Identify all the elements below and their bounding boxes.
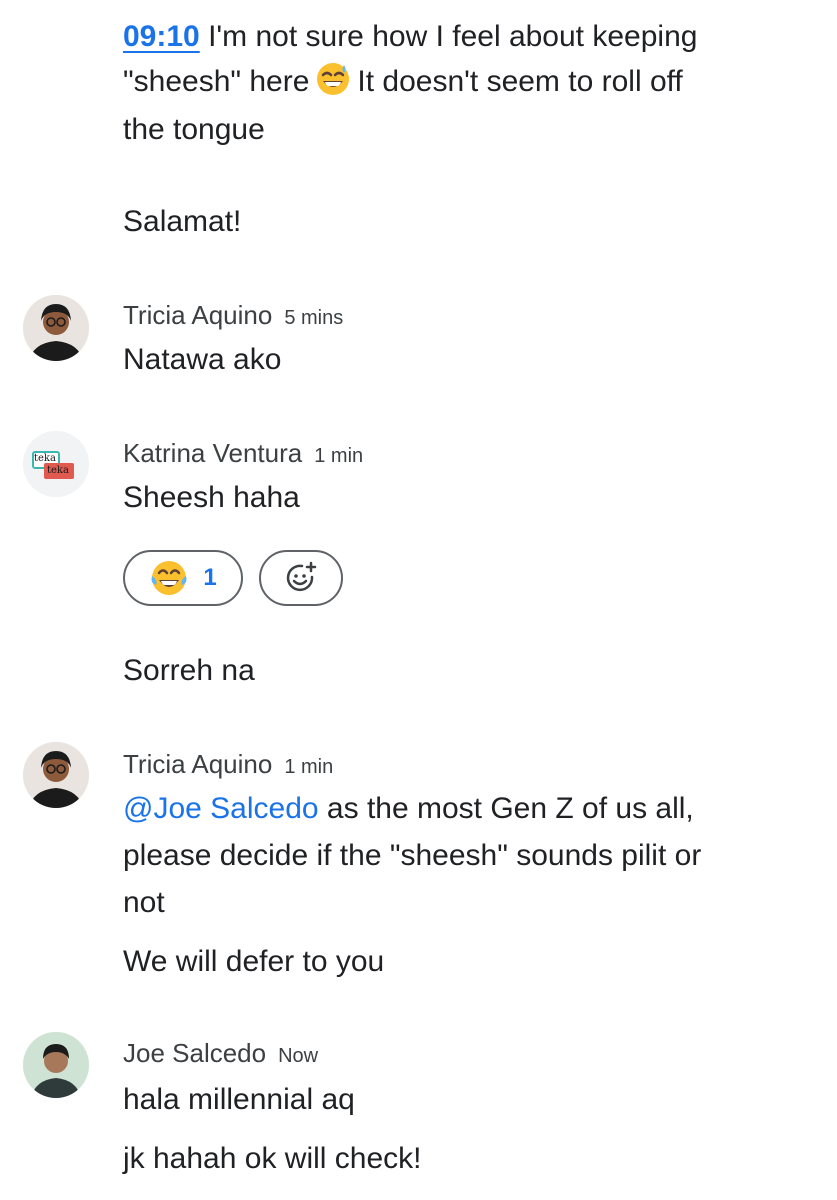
message-text: hala millennial aq xyxy=(123,1083,355,1116)
message-line: "sheesh" here It doesn't seem to roll of… xyxy=(123,59,683,104)
comment-time: Now xyxy=(278,1045,319,1067)
add-reaction-icon xyxy=(284,561,318,595)
message-line: jk hahah ok will check! xyxy=(123,1136,421,1181)
comment-header: Tricia Aquino 1 min xyxy=(123,748,333,783)
message-line: We will defer to you xyxy=(123,939,384,984)
reaction-chip[interactable]: 1 xyxy=(123,550,243,606)
avatar[interactable] xyxy=(23,1032,89,1098)
person-avatar-icon xyxy=(23,295,89,361)
logo-text-bottom: teka xyxy=(47,465,69,476)
message-text: Sorreh na xyxy=(123,654,255,687)
message-line: Natawa ako xyxy=(123,337,281,382)
avatar[interactable] xyxy=(23,742,89,808)
timestamp-link[interactable]: 09:10 xyxy=(123,20,200,53)
comment-header: Joe Salcedo Now xyxy=(123,1037,318,1072)
message-line: not xyxy=(123,880,165,925)
comment-time: 1 min xyxy=(284,756,334,778)
author-name: Katrina Ventura xyxy=(123,438,303,468)
message-text: please decide if the "sheesh" sounds pil… xyxy=(123,839,702,872)
message-text: as the most Gen Z of us all, xyxy=(326,792,694,825)
message-text: I'm not sure how I feel about keeping xyxy=(208,20,698,53)
tears-of-joy-emoji-icon xyxy=(149,558,189,598)
message-line: Salamat! xyxy=(123,199,241,244)
message-line: hala millennial aq xyxy=(123,1077,355,1122)
mention-link[interactable]: @Joe Salcedo xyxy=(123,792,319,825)
message-text: Sheesh haha xyxy=(123,481,300,514)
teka-logo-icon xyxy=(23,431,89,497)
reaction-count: 1 xyxy=(203,564,217,591)
add-reaction-button[interactable] xyxy=(259,550,343,606)
message-line: Sheesh haha xyxy=(123,475,300,520)
person-avatar-icon xyxy=(23,1032,89,1098)
message-text: not xyxy=(123,886,165,919)
comment-header: Katrina Ventura 1 min xyxy=(123,437,363,472)
message-line: the tongue xyxy=(123,107,265,152)
person-avatar-icon xyxy=(23,742,89,808)
message-line: please decide if the "sheesh" sounds pil… xyxy=(123,833,701,878)
message-line: Sorreh na xyxy=(123,648,255,693)
message-text: the tongue xyxy=(123,113,265,146)
message-text: Salamat! xyxy=(123,205,242,238)
sweat-smile-emoji-icon xyxy=(315,61,351,97)
message-text: jk hahah ok will check! xyxy=(123,1142,422,1175)
author-name: Joe Salcedo xyxy=(123,1038,267,1068)
author-name: Tricia Aquino xyxy=(123,749,273,779)
author-name: Tricia Aquino xyxy=(123,300,273,330)
message-text: It doesn't seem to roll off xyxy=(357,65,683,98)
avatar[interactable]: teka teka xyxy=(23,431,89,497)
message-text: "sheesh" here xyxy=(123,65,310,98)
message-line: @Joe Salcedo as the most Gen Z of us all… xyxy=(123,786,694,831)
comment-header: Tricia Aquino 5 mins xyxy=(123,299,343,334)
comment-time: 5 mins xyxy=(284,307,344,329)
message-text: Natawa ako xyxy=(123,343,282,376)
logo-text-top: teka xyxy=(34,453,56,464)
avatar[interactable] xyxy=(23,295,89,361)
message-text: We will defer to you xyxy=(123,945,385,978)
comment-time: 1 min xyxy=(314,445,364,467)
message-line: 09:10 I'm not sure how I feel about keep… xyxy=(123,14,697,59)
